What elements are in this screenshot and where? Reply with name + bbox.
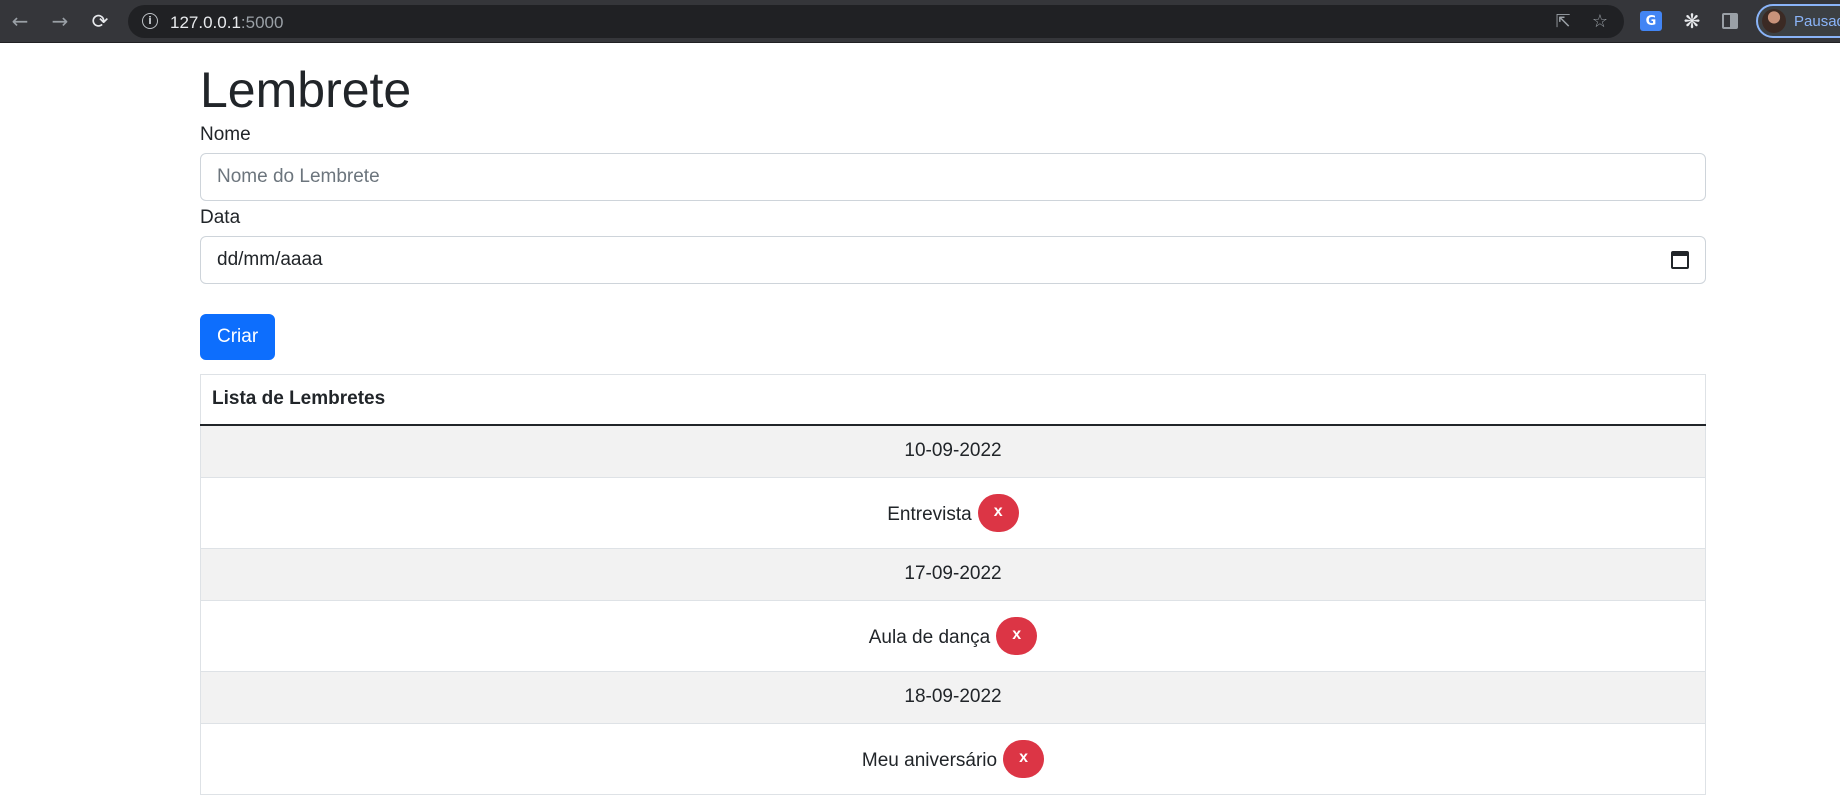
create-button[interactable]: Criar	[200, 313, 276, 360]
reminder-cell: Aula de dança x	[200, 599, 1706, 672]
date-cell: 10-09-2022	[200, 424, 1706, 478]
name-input[interactable]	[200, 152, 1706, 201]
reminder-cell: Meu aniversário x	[200, 722, 1706, 795]
url-text[interactable]: 127.0.0.1:5000	[170, 13, 283, 33]
delete-button[interactable]: x	[977, 493, 1019, 532]
reminders-table: Lista de Lembretes 10-09-2022 Entrevista…	[200, 373, 1706, 795]
reminder-row: Meu aniversário x	[200, 722, 1706, 795]
delete-button[interactable]: x	[1003, 739, 1045, 778]
forward-icon[interactable]: →	[47, 8, 73, 34]
translate-icon[interactable]: G	[1640, 11, 1662, 31]
profile-label: Pausado	[1794, 13, 1840, 30]
name-field-group: Nome	[200, 124, 1706, 201]
avatar	[1762, 9, 1786, 33]
browser-toolbar: ← → ⟳ i 127.0.0.1:5000 ⇱ ☆ G ❋ Pausado	[0, 0, 1840, 43]
reload-icon[interactable]: ⟳	[87, 8, 113, 34]
reminder-row: Aula de dança x	[200, 599, 1706, 672]
date-row: 10-09-2022	[200, 424, 1706, 478]
reminder-cell: Entrevista x	[200, 476, 1706, 549]
side-panel-icon[interactable]	[1718, 9, 1742, 33]
date-cell: 18-09-2022	[200, 670, 1706, 724]
date-input[interactable]: dd/mm/aaaa	[200, 235, 1706, 284]
date-row: 18-09-2022	[200, 670, 1706, 724]
calendar-icon[interactable]	[1671, 250, 1689, 269]
date-row: 17-09-2022	[200, 547, 1706, 601]
star-icon[interactable]: ☆	[1589, 11, 1611, 33]
delete-button[interactable]: x	[996, 616, 1038, 655]
page-title: Lembrete	[200, 62, 412, 118]
back-icon[interactable]: ←	[7, 8, 33, 34]
reminder-name: Entrevista	[887, 503, 972, 525]
url-host: 127.0.0.1	[170, 13, 241, 32]
page-container: Lembrete Nome Data dd/mm/aaaa Criar List…	[200, 43, 1706, 795]
table-header: Lista de Lembretes	[200, 374, 1706, 427]
extensions-icon[interactable]: ❋	[1680, 9, 1704, 33]
date-cell: 17-09-2022	[200, 547, 1706, 601]
reminder-name: Aula de dança	[868, 626, 991, 648]
url-port: :5000	[240, 13, 284, 32]
date-input-value: dd/mm/aaaa	[217, 248, 323, 270]
reminder-name: Meu aniversário	[861, 749, 998, 771]
date-field-group: Data dd/mm/aaaa	[200, 207, 1706, 284]
name-label: Nome	[200, 124, 251, 145]
reminder-row: Entrevista x	[200, 476, 1706, 549]
info-icon[interactable]: i	[142, 13, 158, 29]
share-icon[interactable]: ⇱	[1552, 11, 1574, 33]
address-bar[interactable]: i 127.0.0.1:5000 ⇱ ☆	[128, 5, 1624, 38]
profile-button[interactable]: Pausado	[1756, 4, 1840, 38]
date-label: Data	[200, 206, 241, 228]
